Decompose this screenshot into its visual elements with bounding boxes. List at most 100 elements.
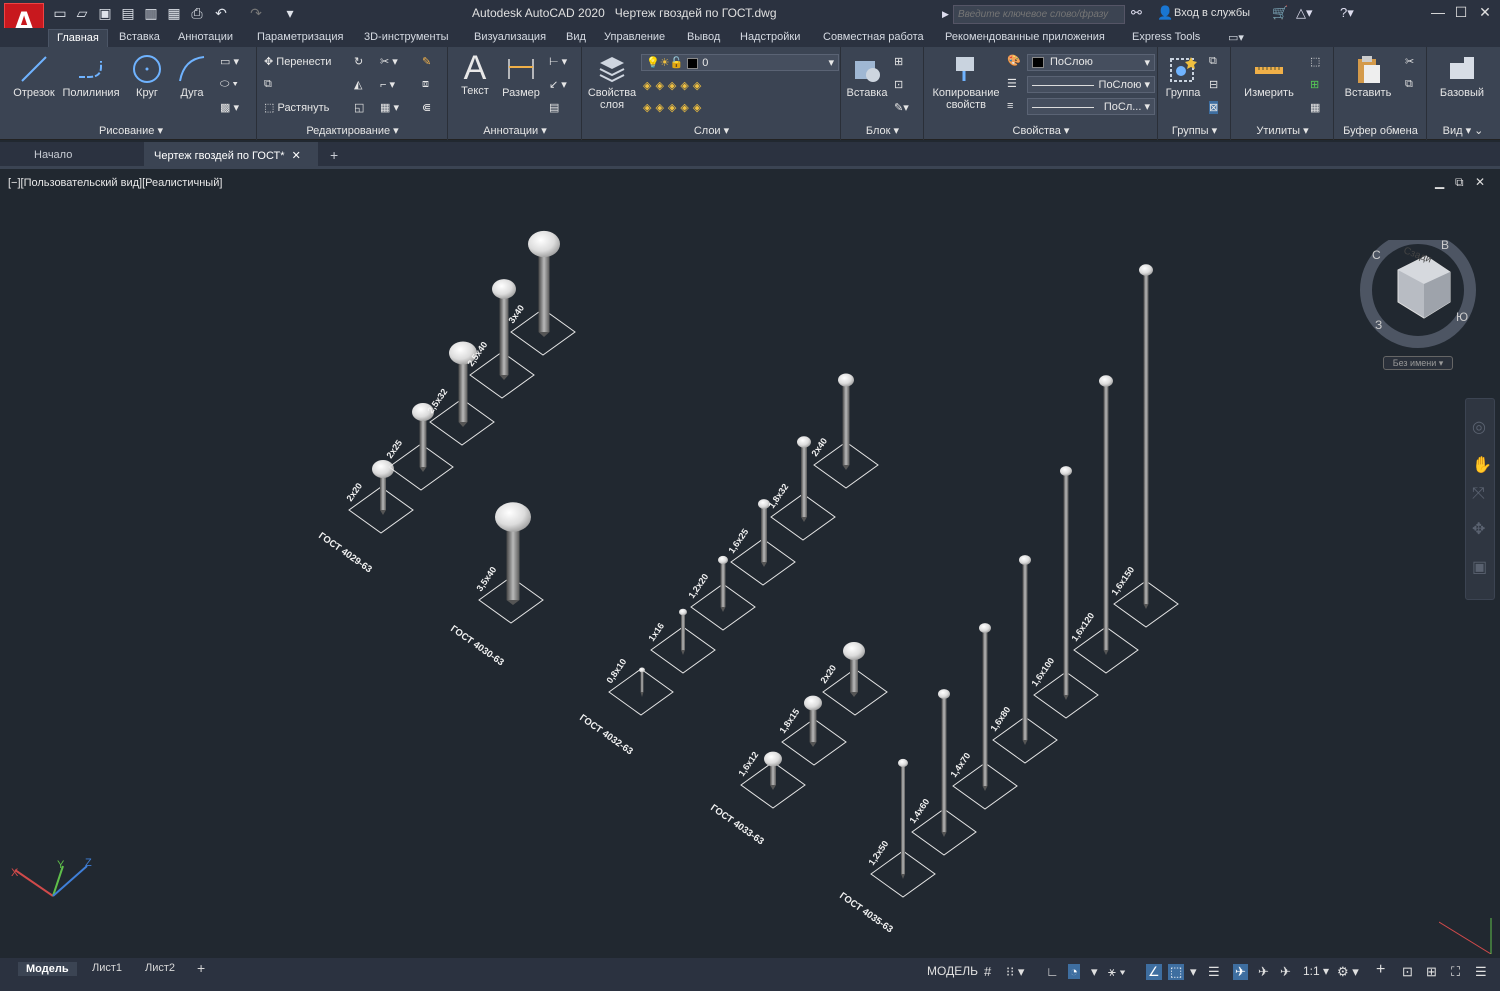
tab-layout2[interactable]: Лист2: [145, 962, 175, 974]
nail[interactable]: 1,6х120: [1069, 375, 1139, 674]
nail[interactable]: 1х16: [646, 608, 716, 674]
nail[interactable]: 1,6х25: [726, 499, 796, 586]
lineweight-toggle-icon[interactable]: ☰: [1208, 964, 1220, 980]
panel-modify-label[interactable]: Редактирование ▾: [258, 124, 447, 137]
leader-icon[interactable]: ↙ ▾: [549, 78, 567, 91]
binoculars-icon[interactable]: ⚯: [1131, 5, 1142, 21]
color-dropdown[interactable]: ПоСлою ▾: [1027, 54, 1155, 71]
id-point-icon[interactable]: ⊞: [1310, 78, 1319, 91]
tab-collaborate[interactable]: Совместная работа: [823, 31, 924, 43]
annotation-monitor-icon[interactable]: +: [1376, 961, 1385, 979]
model-viewport[interactable]: 2х20 2х25 2,5х32 2,5х40 3х40 ГОСТ 4029-63 3,5х…: [3, 172, 1497, 957]
nail[interactable]: 2,5х32: [425, 341, 495, 446]
lineweight-dropdown[interactable]: ПоСл... ▾: [1027, 98, 1155, 115]
osnap-menu-icon[interactable]: ▾: [1190, 964, 1197, 980]
dimension-button[interactable]: Размер: [499, 53, 543, 99]
fillet-icon[interactable]: ⌐ ▾: [380, 78, 395, 91]
print-icon[interactable]: ⎙: [189, 5, 205, 21]
compass-north[interactable]: С: [1372, 248, 1381, 262]
ortho-icon[interactable]: ∟: [1046, 964, 1059, 979]
group-edit-icon[interactable]: ⊟: [1209, 78, 1218, 91]
viewport-close-icon[interactable]: ✕: [1475, 175, 1485, 189]
orbit-icon[interactable]: ✥: [1472, 519, 1485, 539]
close-button[interactable]: ✕: [1474, 4, 1496, 24]
tab-view[interactable]: Вид: [566, 31, 586, 43]
panel-groups-label[interactable]: Группы ▾: [1159, 124, 1230, 137]
annotation-scale-dropdown[interactable]: 1:1 ▾: [1303, 964, 1329, 978]
compass-west[interactable]: З: [1375, 318, 1382, 332]
text-button[interactable]: A Текст: [455, 51, 495, 97]
tab-addins[interactable]: Надстройки: [740, 31, 800, 43]
export-icon[interactable]: ▦: [166, 5, 182, 21]
rotate-icon[interactable]: ↻: [354, 55, 363, 68]
tab-featured-apps[interactable]: Рекомендованные приложения: [945, 31, 1105, 43]
tab-express-tools[interactable]: Express Tools: [1132, 31, 1200, 43]
tab-parametric[interactable]: Параметризация: [257, 31, 343, 43]
ungroup-icon[interactable]: ⧉: [1209, 55, 1217, 68]
layer-tools-row1[interactable]: ◈◈◈◈◈: [643, 79, 705, 92]
panel-properties-label[interactable]: Свойства ▾: [925, 124, 1157, 137]
copy-icon[interactable]: ⧉: [264, 78, 272, 91]
tab-annotate[interactable]: Аннотации: [178, 31, 233, 43]
search-expand-icon[interactable]: ▶: [942, 9, 949, 20]
model-space-button[interactable]: МОДЕЛЬ: [927, 964, 978, 978]
isodraft-icon[interactable]: ⚹ ▾: [1108, 964, 1126, 980]
linetype-dropdown[interactable]: ПоСлою ▾: [1027, 76, 1155, 93]
cut-icon[interactable]: ✂: [1405, 55, 1414, 68]
store-cart-icon[interactable]: 🛒: [1272, 5, 1288, 21]
auto-scale-icon[interactable]: ✈: [1258, 964, 1269, 980]
workspace-gear-icon[interactable]: ⚙ ▾: [1337, 964, 1359, 980]
offset-icon[interactable]: ⋐: [422, 101, 431, 114]
tab-manage[interactable]: Управление: [604, 31, 665, 43]
maximize-button[interactable]: ☐: [1450, 4, 1472, 24]
polar-menu-icon[interactable]: ▾: [1091, 964, 1098, 980]
mirror-icon[interactable]: ◭: [354, 78, 362, 91]
tab-home[interactable]: Главная: [48, 29, 108, 48]
viewport-minimize-icon[interactable]: ▁: [1435, 175, 1444, 189]
polar-tracking-icon[interactable]: ◔: [1068, 964, 1080, 979]
tab-output[interactable]: Вывод: [687, 31, 720, 43]
nail[interactable]: 1,6х150: [1109, 264, 1179, 628]
nail[interactable]: 1,8х32: [766, 436, 836, 541]
showmotion-icon[interactable]: ▣: [1472, 557, 1487, 577]
object-snap-icon[interactable]: ⬚: [1168, 964, 1185, 980]
group-select-icon[interactable]: ⊠: [1209, 101, 1219, 114]
a360-icon[interactable]: △▾: [1296, 5, 1313, 21]
nail[interactable]: 1,6х100: [1029, 466, 1099, 719]
snap-icon[interactable]: ⁝⁝ ▾: [1006, 964, 1024, 980]
create-block-icon[interactable]: ⊞: [894, 55, 903, 68]
move-button[interactable]: ✥ Перенести: [264, 55, 331, 68]
minimize-button[interactable]: —: [1427, 4, 1449, 24]
erase-icon[interactable]: ✎: [422, 55, 431, 68]
nail[interactable]: 1,2х50: [866, 758, 936, 898]
stretch-button[interactable]: ⬚ Растянуть: [264, 101, 329, 114]
add-layout-button[interactable]: +: [197, 960, 205, 976]
tab-visualize[interactable]: Визуализация: [474, 31, 546, 43]
zoom-icon[interactable]: ⤧: [1472, 485, 1485, 503]
trim-icon[interactable]: ✂ ▾: [380, 55, 398, 68]
new-tab-button[interactable]: +: [320, 142, 348, 169]
nail[interactable]: 3,5х40: [474, 502, 544, 624]
sign-in-button[interactable]: Вход в службы: [1174, 7, 1250, 19]
customize-menu-icon[interactable]: ☰: [1475, 964, 1487, 980]
explode-icon[interactable]: ⧈: [422, 78, 429, 91]
nail[interactable]: 1,4х60: [907, 689, 977, 856]
insert-block-button[interactable]: Вставка: [844, 53, 890, 99]
layer-dropdown[interactable]: 💡☀🔓 0 ▾: [641, 54, 839, 71]
edit-block-icon[interactable]: ⊡: [894, 78, 903, 91]
polyline-button[interactable]: Полилиния: [60, 53, 122, 99]
nail[interactable]: 2х20: [344, 459, 414, 534]
hatch-icon[interactable]: ▩ ▾: [220, 101, 239, 114]
nail[interactable]: 2х20: [818, 641, 888, 716]
grid-icon[interactable]: #: [984, 964, 991, 979]
quick-properties-icon[interactable]: ⊞: [1426, 964, 1437, 980]
ellipse-icon[interactable]: ⬭ ▾: [220, 78, 238, 91]
nail[interactable]: 1,2х20: [686, 555, 756, 631]
nail[interactable]: 1,6х12: [736, 750, 806, 809]
viewport-restore-icon[interactable]: ⧉: [1455, 175, 1464, 190]
panel-draw-label[interactable]: Рисование ▾: [6, 124, 256, 137]
close-tab-icon[interactable]: ✕: [292, 150, 301, 162]
group-button[interactable]: Группа: [1161, 53, 1205, 99]
measure-button[interactable]: Измерить: [1236, 53, 1302, 99]
arc-button[interactable]: Дуга: [172, 53, 212, 99]
